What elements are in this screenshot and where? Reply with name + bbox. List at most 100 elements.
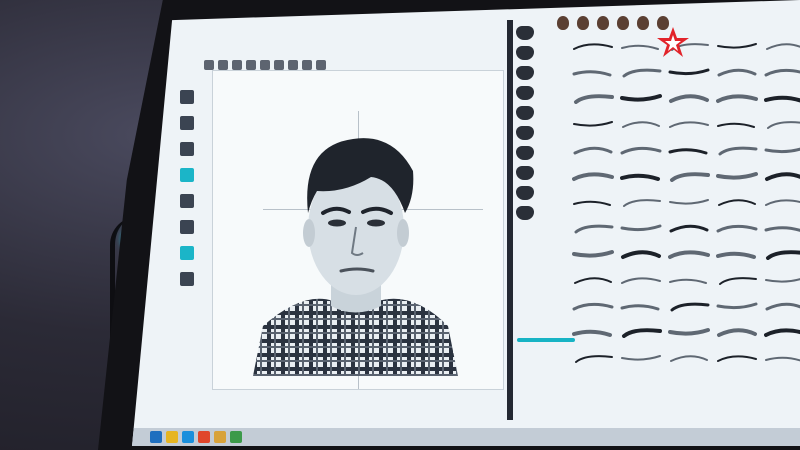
eyebrow-option[interactable] — [668, 118, 710, 130]
eyebrow-option[interactable] — [668, 352, 710, 364]
eyebrow-option[interactable] — [764, 222, 800, 234]
eyebrow-option[interactable] — [572, 248, 614, 260]
eyebrow-option[interactable] — [668, 274, 710, 286]
face-preset[interactable] — [597, 16, 609, 30]
select-tool-icon[interactable] — [180, 90, 194, 104]
eyebrow-option[interactable] — [764, 274, 800, 286]
eyebrow-option[interactable] — [572, 40, 614, 52]
erase-icon[interactable] — [316, 60, 326, 70]
pen-icon[interactable] — [302, 60, 312, 70]
eyebrow-option[interactable] — [572, 144, 614, 156]
eyebrow-option[interactable] — [716, 300, 758, 312]
face-preset[interactable] — [637, 16, 649, 30]
eyebrow-option[interactable] — [716, 144, 758, 156]
eyebrow-option[interactable] — [668, 196, 710, 208]
eyebrow-option[interactable] — [764, 66, 800, 78]
eyebrow-option[interactable] — [620, 196, 662, 208]
color-icon[interactable] — [180, 220, 194, 234]
eyebrow-option[interactable] — [716, 352, 758, 364]
eyebrow-option[interactable] — [620, 118, 662, 130]
eyebrow-option[interactable] — [716, 222, 758, 234]
app-icon[interactable] — [230, 431, 242, 443]
eyebrow-option[interactable] — [620, 326, 662, 338]
eyebrow-option[interactable] — [716, 196, 758, 208]
eyebrow-option[interactable] — [620, 66, 662, 78]
eyebrow-option[interactable] — [572, 196, 614, 208]
brush-tool-icon[interactable] — [180, 142, 194, 156]
eyebrow-option[interactable] — [668, 300, 710, 312]
eyebrow-option[interactable] — [572, 66, 614, 78]
eyebrow-option[interactable] — [620, 352, 662, 364]
eyebrow-option[interactable] — [668, 222, 710, 234]
zoom-icon[interactable] — [260, 60, 270, 70]
eraser-tool-icon[interactable] — [180, 168, 194, 182]
hat-icon[interactable] — [516, 206, 534, 220]
eyebrow-option[interactable] — [620, 144, 662, 156]
face-preset[interactable] — [557, 16, 569, 30]
eyebrow-option[interactable] — [716, 326, 758, 338]
explorer-icon[interactable] — [166, 431, 178, 443]
ears-icon[interactable] — [516, 146, 534, 160]
eyebrow-option[interactable] — [764, 118, 800, 130]
eyebrow-option[interactable] — [668, 248, 710, 260]
size-slider[interactable] — [517, 338, 575, 342]
lips-icon[interactable] — [516, 126, 534, 140]
eyebrow-option[interactable] — [620, 274, 662, 286]
start-icon[interactable] — [150, 431, 162, 443]
face-preset[interactable] — [577, 16, 589, 30]
eyebrow-option[interactable] — [668, 326, 710, 338]
undo-icon[interactable] — [232, 60, 242, 70]
face-preset[interactable] — [617, 16, 629, 30]
eyebrow-option[interactable] — [764, 352, 800, 364]
eyebrow-option[interactable] — [620, 92, 662, 104]
eyebrow-option[interactable] — [716, 170, 758, 182]
eyebrow-option[interactable] — [716, 118, 758, 130]
media-icon[interactable] — [198, 431, 210, 443]
drawing-canvas[interactable] — [212, 70, 504, 390]
crop-icon[interactable] — [288, 60, 298, 70]
eyebrow-option[interactable] — [572, 222, 614, 234]
eyes-icon[interactable] — [516, 86, 534, 100]
redo-icon[interactable] — [246, 60, 256, 70]
eyebrow-option[interactable] — [572, 300, 614, 312]
eyebrow-option[interactable] — [572, 326, 614, 338]
zoom-tool-icon[interactable] — [180, 272, 194, 286]
eyebrow-option[interactable] — [716, 248, 758, 260]
layer-icon[interactable] — [180, 194, 194, 208]
hair-icon[interactable] — [516, 46, 534, 60]
eyebrow-option[interactable] — [620, 300, 662, 312]
eyebrow-option[interactable] — [764, 170, 800, 182]
eyebrow-option[interactable] — [716, 40, 758, 52]
eyebrow-option[interactable] — [620, 248, 662, 260]
eyebrow-option[interactable] — [668, 170, 710, 182]
save-icon[interactable] — [218, 60, 228, 70]
eyebrow-option[interactable] — [572, 92, 614, 104]
eyebrow-option[interactable] — [572, 118, 614, 130]
eyebrow-option[interactable] — [764, 248, 800, 260]
eyebrow-option[interactable] — [572, 274, 614, 286]
eyebrow-option[interactable] — [716, 92, 758, 104]
eyebrow-option[interactable] — [764, 144, 800, 156]
eyebrows-icon[interactable] — [516, 66, 534, 80]
text-icon[interactable] — [180, 246, 194, 260]
eyebrow-option[interactable] — [764, 326, 800, 338]
eyebrow-option[interactable] — [620, 170, 662, 182]
move-tool-icon[interactable] — [180, 116, 194, 130]
nose-icon[interactable] — [516, 106, 534, 120]
eyebrow-option[interactable] — [764, 196, 800, 208]
eyebrow-option[interactable] — [764, 40, 800, 52]
grid-icon[interactable] — [274, 60, 284, 70]
eyebrow-option[interactable] — [716, 66, 758, 78]
eyebrow-option[interactable] — [716, 274, 758, 286]
eyebrow-option[interactable] — [668, 92, 710, 104]
face-shape-icon[interactable] — [516, 26, 534, 40]
beard-icon[interactable] — [516, 166, 534, 180]
eyebrow-option[interactable] — [764, 92, 800, 104]
open-icon[interactable] — [204, 60, 214, 70]
folder-icon[interactable] — [214, 431, 226, 443]
eyebrow-option[interactable] — [668, 144, 710, 156]
eyebrow-option[interactable] — [668, 66, 710, 78]
glasses-icon[interactable] — [516, 186, 534, 200]
eyebrow-option[interactable] — [572, 170, 614, 182]
eyebrow-option[interactable] — [572, 352, 614, 364]
